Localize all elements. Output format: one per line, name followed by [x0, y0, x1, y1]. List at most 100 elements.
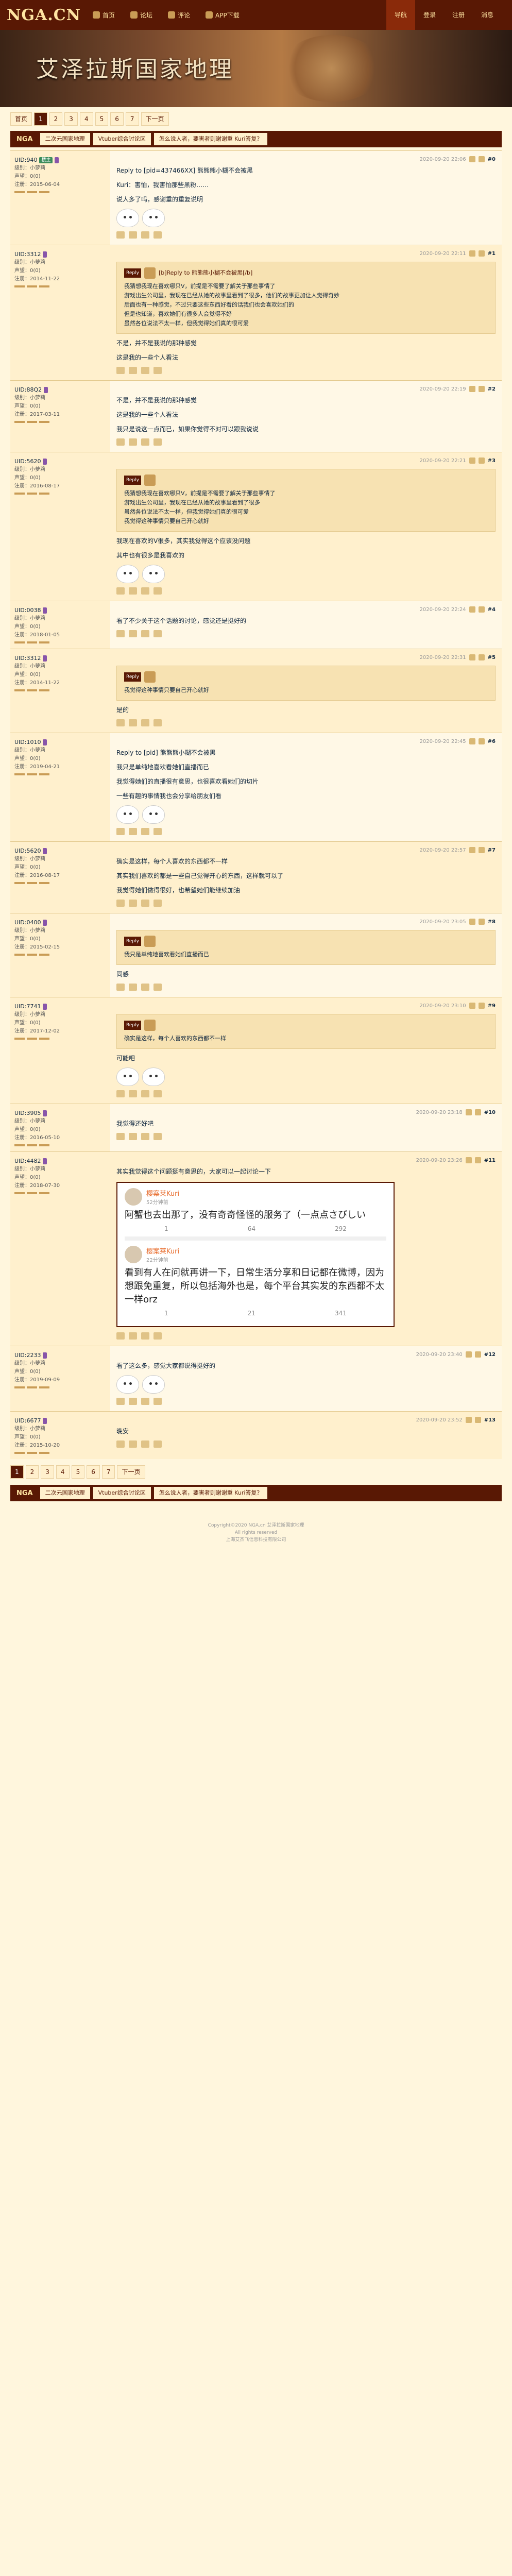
report-icon[interactable] — [469, 847, 475, 853]
reply-icon[interactable] — [116, 828, 125, 835]
pager-next[interactable]: 下一页 — [141, 112, 169, 126]
post-floor[interactable]: #6 — [488, 739, 496, 744]
user-id[interactable]: UID:4482 — [14, 1157, 41, 1165]
reply-icon[interactable] — [116, 900, 125, 907]
user-id[interactable]: UID:5620 — [14, 847, 41, 855]
pager-first[interactable]: 首页 — [10, 112, 32, 126]
pager-page[interactable]: 2 — [25, 1465, 39, 1479]
quote-icon[interactable] — [129, 1398, 137, 1405]
pager-page[interactable]: 5 — [95, 112, 109, 126]
nav-guide[interactable]: 导航 — [386, 0, 415, 30]
quote-icon[interactable] — [129, 1090, 137, 1097]
dislike-icon[interactable] — [153, 1090, 162, 1097]
post-floor[interactable]: #9 — [488, 1003, 496, 1009]
reply-icon[interactable] — [116, 587, 125, 595]
nav-register[interactable]: 注册 — [444, 0, 473, 30]
quote-icon[interactable] — [129, 719, 137, 726]
more-icon[interactable] — [478, 1003, 485, 1009]
user-id[interactable]: UID:7741 — [14, 1003, 41, 1011]
quote-icon[interactable] — [129, 984, 137, 991]
breadcrumb-item[interactable]: 二次元国家地理 — [40, 1487, 90, 1499]
reply-icon[interactable] — [116, 231, 125, 239]
quote-icon[interactable] — [129, 367, 137, 374]
dislike-icon[interactable] — [153, 231, 162, 239]
post-floor[interactable]: #10 — [484, 1110, 496, 1115]
more-icon[interactable] — [478, 847, 485, 853]
report-icon[interactable] — [465, 1351, 472, 1358]
quote-icon[interactable] — [129, 900, 137, 907]
more-icon[interactable] — [478, 386, 485, 392]
more-icon[interactable] — [478, 156, 485, 162]
pager-page[interactable]: 2 — [49, 112, 63, 126]
dislike-icon[interactable] — [153, 587, 162, 595]
pager-page[interactable]: 1 — [34, 112, 47, 126]
reply-icon[interactable] — [116, 1440, 125, 1448]
more-icon[interactable] — [478, 250, 485, 257]
nav-app[interactable]: APP下载 — [206, 11, 240, 20]
like-icon[interactable] — [141, 587, 149, 595]
nav-comment[interactable]: 评论 — [168, 11, 190, 20]
quote-icon[interactable] — [129, 828, 137, 835]
more-icon[interactable] — [478, 606, 485, 613]
like-icon[interactable] — [141, 367, 149, 374]
site-logo[interactable]: NGA.CN — [0, 0, 88, 30]
more-icon[interactable] — [474, 1157, 481, 1163]
like-icon[interactable] — [141, 231, 149, 239]
pager-page[interactable]: 7 — [101, 1465, 115, 1479]
post-floor[interactable]: #8 — [488, 919, 496, 925]
more-icon[interactable] — [474, 1351, 481, 1358]
quote-icon[interactable] — [129, 587, 137, 595]
breadcrumb-item[interactable]: Vtuber综合讨论区 — [93, 133, 151, 145]
reply-icon[interactable] — [116, 438, 125, 446]
like-icon[interactable] — [141, 1332, 149, 1340]
like-icon[interactable] — [141, 1398, 149, 1405]
reply-icon[interactable] — [116, 1398, 125, 1405]
post-floor[interactable]: #4 — [488, 607, 496, 613]
reply-icon[interactable] — [116, 1090, 125, 1097]
post-floor[interactable]: #1 — [488, 251, 496, 257]
dislike-icon[interactable] — [153, 1440, 162, 1448]
pager-page[interactable]: 3 — [64, 112, 78, 126]
pager-page[interactable]: 5 — [71, 1465, 85, 1479]
pager-page[interactable]: 3 — [41, 1465, 54, 1479]
user-id[interactable]: UID:1010 — [14, 738, 41, 747]
breadcrumb-item[interactable]: 怎么说人者，要害者则谢谢重 Kuri答复？ — [153, 1487, 268, 1499]
like-icon[interactable] — [141, 719, 149, 726]
user-id[interactable]: UID:3905 — [14, 1109, 41, 1117]
like-icon[interactable] — [141, 438, 149, 446]
breadcrumb-logo[interactable]: NGA — [12, 1489, 37, 1497]
like-icon[interactable] — [141, 900, 149, 907]
dislike-icon[interactable] — [153, 1398, 162, 1405]
post-floor[interactable]: #13 — [484, 1417, 496, 1423]
quote-icon[interactable] — [129, 1332, 137, 1340]
report-icon[interactable] — [465, 1109, 472, 1115]
more-icon[interactable] — [478, 457, 485, 464]
dislike-icon[interactable] — [153, 828, 162, 835]
report-icon[interactable] — [469, 738, 475, 744]
report-icon[interactable] — [469, 606, 475, 613]
report-icon[interactable] — [469, 386, 475, 392]
dislike-icon[interactable] — [153, 1133, 162, 1140]
reply-icon[interactable] — [116, 984, 125, 991]
quote-icon[interactable] — [129, 630, 137, 637]
user-id[interactable]: UID:3312 — [14, 250, 41, 259]
report-icon[interactable] — [469, 156, 475, 162]
pager-page[interactable]: 4 — [56, 1465, 70, 1479]
dislike-icon[interactable] — [153, 367, 162, 374]
report-icon[interactable] — [469, 1003, 475, 1009]
report-icon[interactable] — [469, 654, 475, 660]
report-icon[interactable] — [465, 1157, 472, 1163]
post-floor[interactable]: #11 — [484, 1158, 496, 1163]
pager-page[interactable]: 1 — [10, 1465, 24, 1479]
more-icon[interactable] — [474, 1417, 481, 1423]
like-icon[interactable] — [141, 1090, 149, 1097]
reply-icon[interactable] — [116, 719, 125, 726]
nav-login[interactable]: 登录 — [415, 0, 444, 30]
like-icon[interactable] — [141, 984, 149, 991]
quote-author[interactable]: [b]Reply to 熊熊熊小糊不会被黑[/b] — [159, 268, 252, 278]
quote-icon[interactable] — [129, 1440, 137, 1448]
like-icon[interactable] — [141, 828, 149, 835]
report-icon[interactable] — [469, 457, 475, 464]
quote-icon[interactable] — [129, 438, 137, 446]
reply-icon[interactable] — [116, 367, 125, 374]
